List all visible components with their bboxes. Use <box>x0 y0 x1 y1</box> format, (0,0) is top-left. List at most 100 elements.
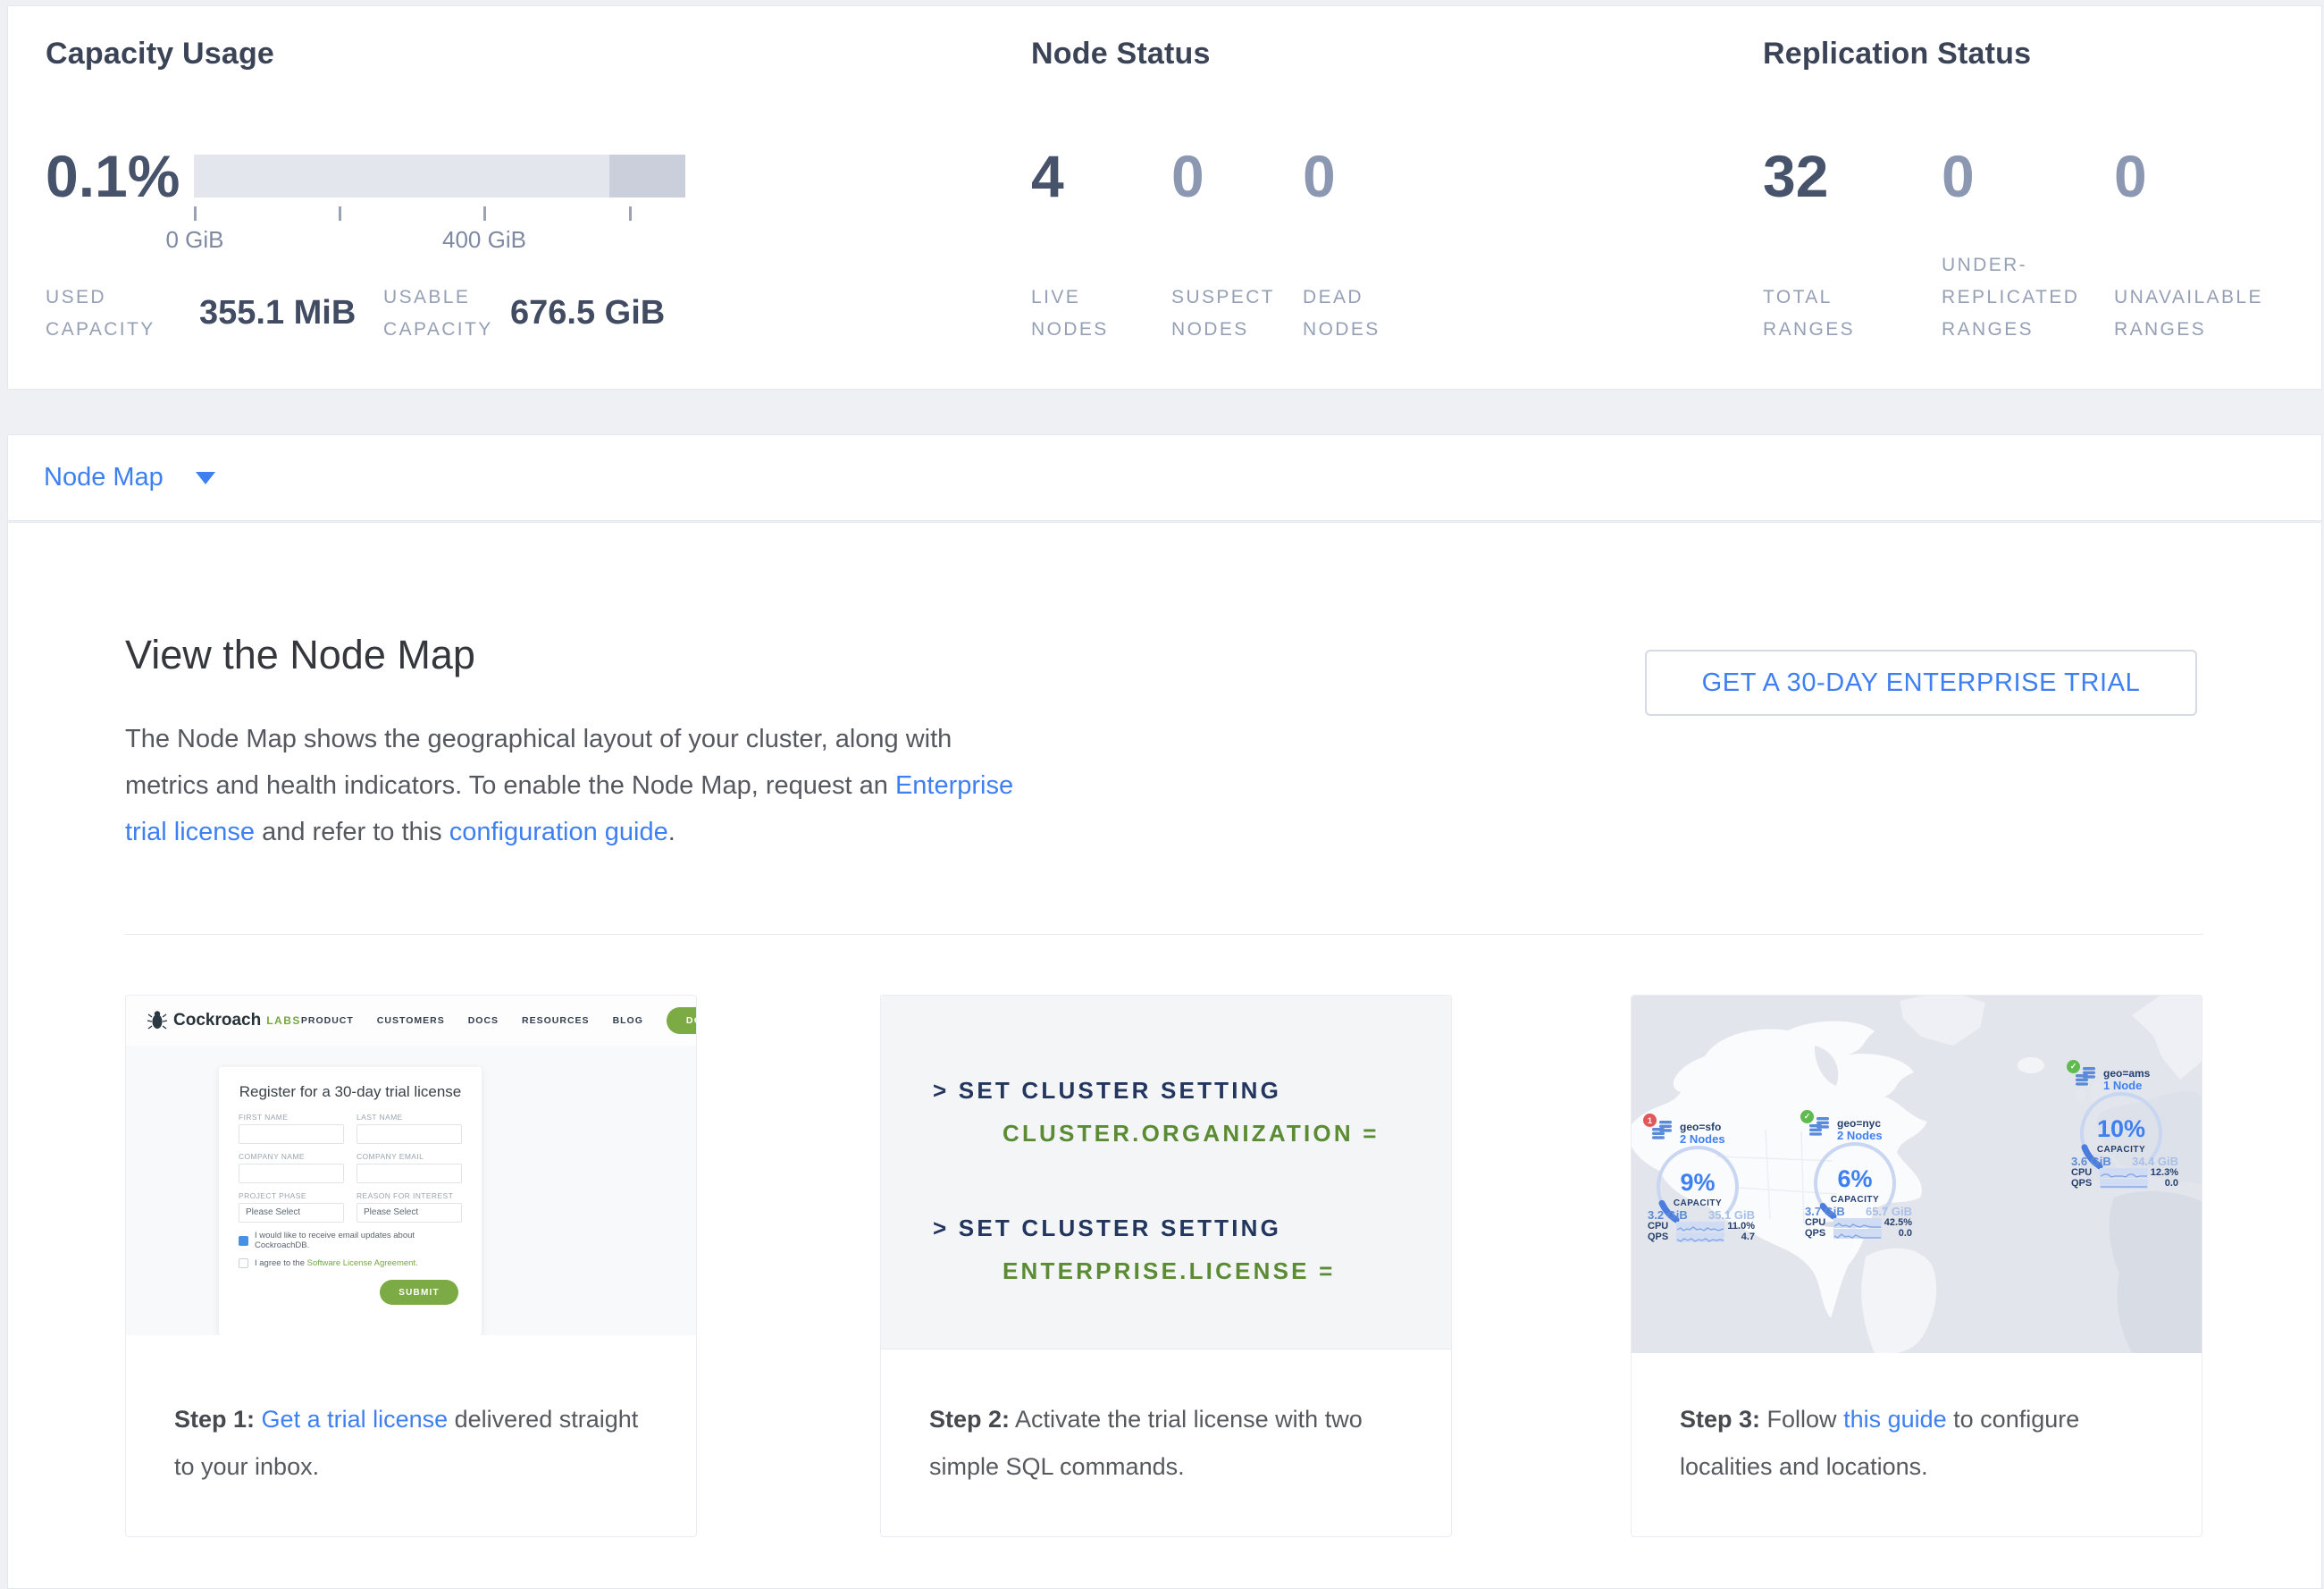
site-header: Cockroach LABS PRODUCT CUSTOMERS DOCS RE… <box>126 996 696 1046</box>
capacity-percent: 0.1% <box>46 142 180 210</box>
cpu-sparkline <box>1676 1222 1724 1232</box>
replication-status-title: Replication Status <box>1763 37 2031 71</box>
company-email-field <box>357 1164 462 1183</box>
unavailable-ranges-label: UNAVAILABLE RANGES <box>2114 282 2279 346</box>
capacity-percent: 9% <box>1680 1171 1715 1195</box>
capacity-label: CAPACITY <box>1831 1195 1879 1205</box>
section-divider <box>125 934 2203 935</box>
this-guide-link[interactable]: this guide <box>1843 1406 1947 1433</box>
nav-item-customers: CUSTOMERS <box>377 1015 445 1026</box>
total-capacity: 65.7 GiB <box>1866 1205 1912 1218</box>
suspect-nodes-label: SUSPECT NODES <box>1171 282 1283 346</box>
company-name-field <box>239 1164 344 1183</box>
first-name-label: FIRST NAME <box>239 1113 344 1122</box>
cpu-sparkline <box>2100 1168 2148 1178</box>
step-2-caption: Step 2: Activate the trial license with … <box>929 1396 1419 1491</box>
capacity-bar: 0 GiB 400 GiB <box>194 155 685 253</box>
company-email-label: COMPANY EMAIL <box>357 1152 462 1161</box>
cpu-value: 11.0% <box>1727 1221 1755 1232</box>
step-3-caption: Step 3: Follow this guide to configure l… <box>1680 1396 2169 1491</box>
step-1-card: Cockroach LABS PRODUCT CUSTOMERS DOCS RE… <box>125 995 697 1537</box>
under-replicated-ranges-label: UNDER-REPLICATED RANGES <box>1942 249 2089 346</box>
usable-capacity-label: USABLE CAPACITY <box>383 282 508 346</box>
cpu-sparkline <box>1833 1218 1882 1228</box>
live-nodes-label: LIVE NODES <box>1031 282 1134 346</box>
capacity-label: CAPACITY <box>1674 1198 1722 1208</box>
qps-label: QPS <box>2071 1178 2100 1189</box>
qps-value: 0.0 <box>1899 1228 1912 1239</box>
total-ranges-count: 32 <box>1763 142 1828 210</box>
intro-line-2: metrics and health indicators. To enable… <box>125 762 1013 809</box>
form-title: Register for a 30-day trial license <box>239 1083 462 1101</box>
qps-label: QPS <box>1648 1232 1676 1242</box>
capacity-tick <box>339 206 341 221</box>
cluster-summary-panel: Capacity Usage 0.1% 0 GiB 400 GiB USED C… <box>7 5 2322 390</box>
dead-nodes-count: 0 <box>1303 142 1336 210</box>
used-capacity: 3.6 GiB <box>2071 1155 2111 1168</box>
project-phase-label: PROJECT PHASE <box>239 1191 344 1200</box>
software-license-agreement-link: Software License Agreement. <box>307 1258 418 1268</box>
download-button: DOWNLOAD <box>667 1007 696 1034</box>
logo-text: Cockroach <box>173 1011 261 1030</box>
sql-line: CLUSTER.ORGANIZATION = <box>1003 1112 1451 1155</box>
intro-line-3: trial license and refer to this configur… <box>125 809 1013 855</box>
registration-site-thumbnail: Cockroach LABS PRODUCT CUSTOMERS DOCS RE… <box>126 996 696 1335</box>
sql-line: > SET CLUSTER SETTING <box>933 1206 1451 1249</box>
license-agreement-checkbox <box>239 1258 248 1268</box>
last-name-field <box>357 1124 462 1144</box>
healthy-badge: ✓ <box>2067 1060 2080 1073</box>
qps-value: 4.7 <box>1741 1232 1755 1242</box>
enterprise-trial-license-link[interactable]: trial license <box>125 818 255 846</box>
capacity-tick <box>194 206 197 221</box>
enterprise-trial-license-link[interactable]: Enterprise <box>895 771 1013 800</box>
capacity-tick <box>483 206 486 221</box>
qps-sparkline <box>1833 1229 1882 1239</box>
step-2-card: > SET CLUSTER SETTING CLUSTER.ORGANIZATI… <box>880 995 1452 1537</box>
project-phase-select: Please Select <box>239 1203 344 1223</box>
cluster-name: geo=ams <box>2103 1068 2150 1080</box>
first-name-field <box>239 1124 344 1144</box>
qps-label: QPS <box>1805 1228 1833 1239</box>
used-capacity-value: 355.1 MiB <box>199 294 356 332</box>
node-map-preview: 1 geo=sfo 2 Nodes <box>1632 996 2202 1353</box>
capacity-tick <box>629 206 632 221</box>
healthy-badge: ✓ <box>1800 1110 1814 1123</box>
cpu-label: CPU <box>1805 1217 1833 1228</box>
chevron-down-icon <box>196 472 215 484</box>
capacity-bar-track <box>194 155 685 198</box>
logo-suffix: LABS <box>266 1014 301 1027</box>
step-1-caption: Step 1: Get a trial license delivered st… <box>174 1396 664 1491</box>
configuration-guide-link[interactable]: configuration guide <box>449 818 668 846</box>
total-capacity: 34.4 GiB <box>2132 1155 2178 1168</box>
dead-nodes-label: DEAD NODES <box>1303 282 1401 346</box>
cluster-name: geo=sfo <box>1680 1122 1725 1133</box>
sql-line: ENTERPRISE.LICENSE = <box>1003 1249 1451 1292</box>
cpu-value: 42.5% <box>1884 1217 1912 1228</box>
trial-license-form: Register for a 30-day trial license FIRS… <box>219 1067 482 1335</box>
cluster-name: geo=nyc <box>1837 1118 1883 1130</box>
nav-item-docs: DOCS <box>468 1015 499 1026</box>
qps-value: 0.0 <box>2165 1178 2178 1189</box>
capacity-bar-reserved-segment <box>609 155 685 198</box>
cpu-value: 12.3% <box>2151 1167 2178 1178</box>
capacity-label: CAPACITY <box>2097 1145 2145 1155</box>
intro-paragraph: The Node Map shows the geographical layo… <box>125 716 1013 855</box>
sql-line: > SET CLUSTER SETTING <box>933 1069 1451 1112</box>
qps-sparkline <box>1676 1232 1724 1242</box>
email-updates-checkbox <box>239 1236 248 1246</box>
reason-for-interest-label: REASON FOR INTEREST <box>357 1191 462 1200</box>
company-name-label: COMPANY NAME <box>239 1152 344 1161</box>
capacity-tick-label-400: 400 GiB <box>431 226 538 254</box>
nav-item-resources: RESOURCES <box>522 1015 590 1026</box>
node-map-dropdown[interactable]: Node Map <box>44 463 215 492</box>
capacity-usage-title: Capacity Usage <box>46 37 274 71</box>
intro-line-1: The Node Map shows the geographical layo… <box>125 716 1013 762</box>
enterprise-trial-button[interactable]: GET A 30-DAY ENTERPRISE TRIAL <box>1645 650 2197 716</box>
capacity-percent: 6% <box>1837 1167 1872 1191</box>
nav-item-blog: BLOG <box>613 1015 643 1026</box>
cpu-label: CPU <box>1648 1221 1676 1232</box>
qps-sparkline <box>2100 1179 2148 1189</box>
get-trial-license-link[interactable]: Get a trial license <box>262 1406 449 1433</box>
site-nav: PRODUCT CUSTOMERS DOCS RESOURCES BLOG <box>301 1015 643 1026</box>
live-nodes-count: 4 <box>1031 142 1064 210</box>
